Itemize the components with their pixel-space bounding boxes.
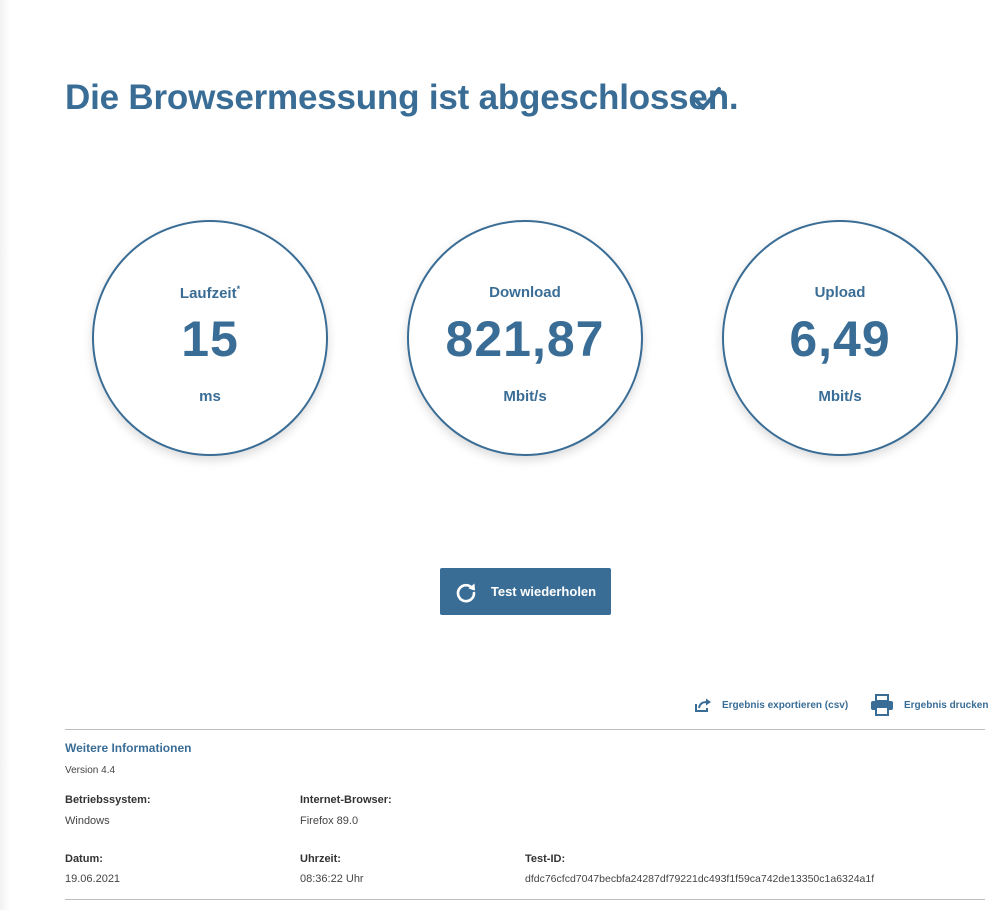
repeat-test-button[interactable]: Test wiederholen [440, 568, 611, 615]
gauge-label-text: Laufzeit [179, 285, 237, 302]
gauge-unit: Mbit/s [818, 388, 862, 405]
gauge-upload: Upload 6,49 Mbit/s [722, 220, 958, 456]
repeat-test-label: Test wiederholen [490, 584, 597, 599]
time-value: 08:36:22 Uhr [300, 873, 364, 885]
page-title: Die Browsermessung ist abgeschlossen. [65, 78, 739, 117]
info-section-title: Weitere Informationen [65, 741, 192, 755]
os-value: Windows [65, 815, 110, 827]
date-value: 19.06.2021 [65, 873, 121, 885]
divider-bottom [65, 899, 985, 900]
printer-icon [871, 694, 893, 716]
gauge-label: Laufzeit* [94, 284, 326, 302]
gauge-latency: Laufzeit* 15 ms [92, 220, 328, 456]
os-label: Betriebssystem: [65, 794, 151, 806]
refresh-icon [456, 583, 476, 602]
export-csv-label: Ergebnis exportieren (csv) [722, 699, 849, 711]
test-id-value: dfdc76cfcd7047becbfa24287df79221dc493f1f… [525, 873, 875, 885]
footnote-marker: * [236, 284, 241, 294]
divider-top [65, 729, 985, 730]
gauge-download: Download 821,87 Mbit/s [407, 220, 643, 456]
export-icon [695, 698, 711, 712]
browser-label: Internet-Browser: [300, 794, 392, 806]
gauge-unit: ms [199, 388, 221, 405]
gauge-value: 15 [181, 311, 239, 367]
test-id-label: Test-ID: [525, 853, 566, 865]
date-label: Datum: [65, 853, 103, 865]
export-csv-link[interactable]: Ergebnis exportieren (csv) [694, 697, 848, 713]
gauge-label: Upload [814, 284, 866, 301]
gauge-unit: Mbit/s [503, 388, 547, 405]
check-icon [693, 87, 721, 110]
print-link[interactable]: Ergebnis drucken [870, 694, 988, 716]
page-edge-shadow [0, 0, 10, 910]
gauge-value: 821,87 [445, 311, 605, 367]
version-text: Version 4.4 [65, 765, 116, 776]
result-page: Die Browsermessung ist abgeschlossen. La… [0, 0, 999, 910]
gauge-label: Download [489, 284, 561, 301]
gauge-value: 6,49 [789, 311, 891, 367]
browser-value: Firefox 89.0 [300, 815, 359, 827]
print-label: Ergebnis drucken [904, 699, 989, 711]
time-label: Uhrzeit: [300, 853, 341, 865]
